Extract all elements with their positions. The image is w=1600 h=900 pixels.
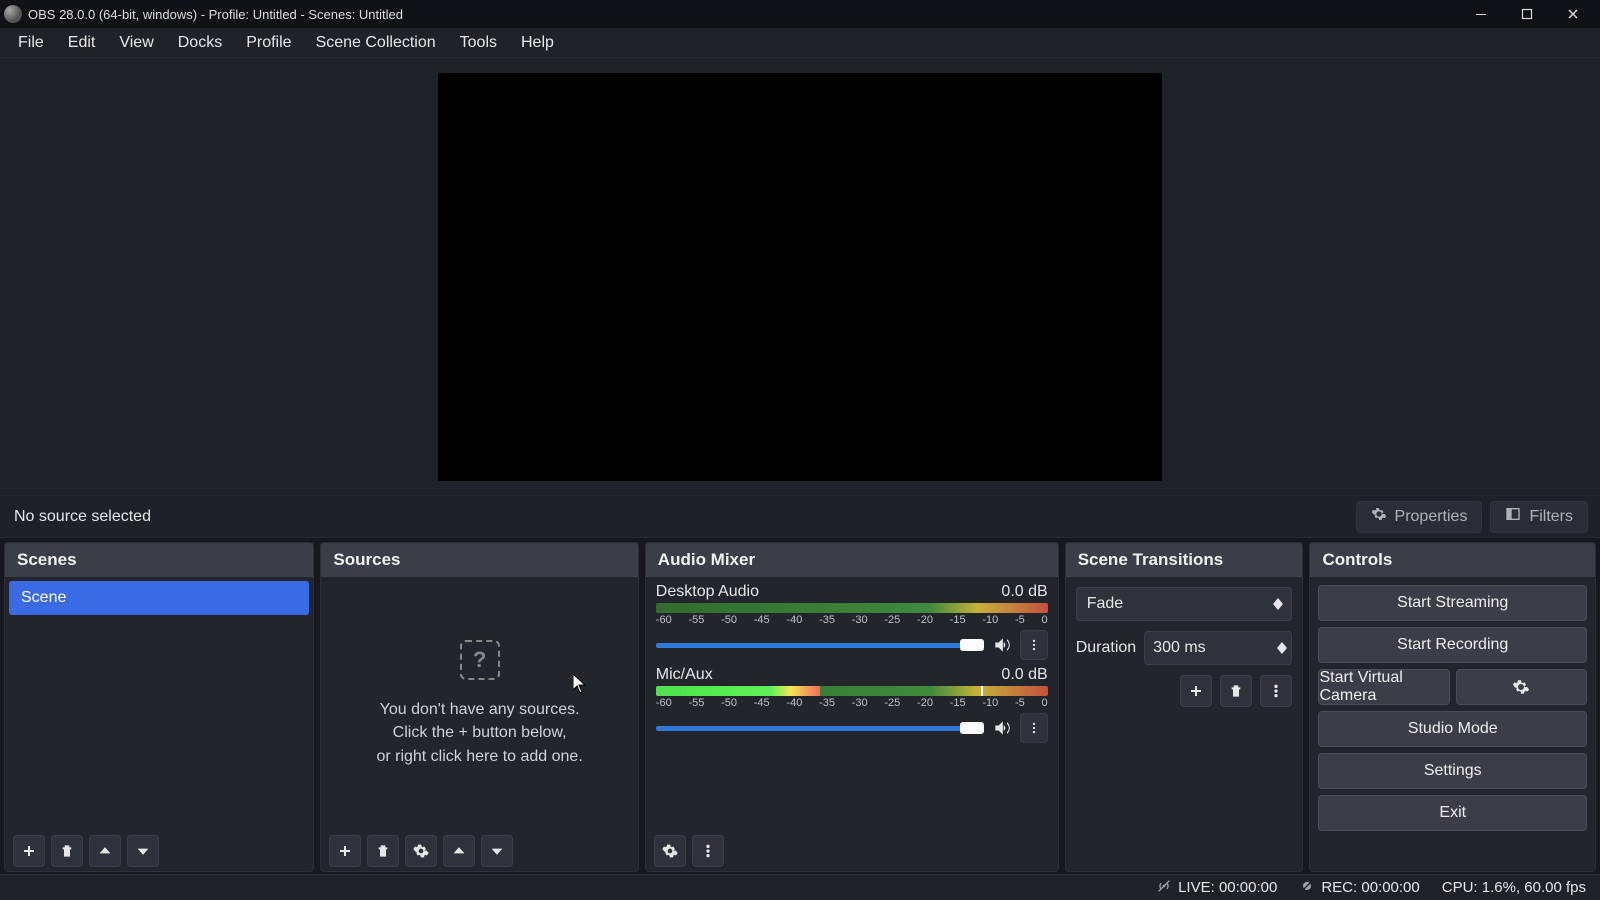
- mixer-advanced-button[interactable]: [654, 835, 686, 867]
- transitions-dock: Scene Transitions Fade Duration 300 ms: [1065, 542, 1304, 872]
- gear-icon: [1371, 506, 1387, 527]
- source-add-button[interactable]: [329, 835, 361, 867]
- mixer-channel: Mic/Aux 0.0 dB -60-55-50-45-40-35-30-25-…: [656, 666, 1048, 743]
- source-down-button[interactable]: [481, 835, 513, 867]
- status-cpu: CPU: 1.6%, 60.00 fps: [1442, 879, 1586, 896]
- sources-empty: ? You don't have any sources. Click the …: [321, 577, 637, 831]
- status-rec: REC: 00:00:00: [1299, 878, 1419, 898]
- close-button[interactable]: [1550, 0, 1596, 28]
- preview-canvas[interactable]: [438, 73, 1162, 481]
- start-recording-button[interactable]: Start Recording: [1318, 627, 1587, 663]
- channel-db: 0.0 dB: [1001, 583, 1047, 601]
- exit-button[interactable]: Exit: [1318, 795, 1587, 831]
- mixer-header: Audio Mixer: [646, 543, 1058, 577]
- preview-area[interactable]: [0, 58, 1600, 496]
- sources-list[interactable]: ? You don't have any sources. Click the …: [321, 577, 637, 831]
- scene-item[interactable]: Scene: [9, 581, 309, 615]
- window-title: OBS 28.0.0 (64-bit, windows) - Profile: …: [28, 7, 403, 22]
- filters-icon: [1505, 506, 1521, 527]
- maximize-button[interactable]: [1504, 0, 1550, 28]
- sources-empty-line1: You don't have any sources.: [380, 698, 580, 721]
- duration-label: Duration: [1076, 639, 1136, 657]
- channel-name: Desktop Audio: [656, 583, 759, 601]
- properties-label: Properties: [1395, 508, 1468, 526]
- menu-file[interactable]: File: [6, 30, 56, 56]
- channel-menu-button[interactable]: [1020, 713, 1048, 743]
- virtual-camera-settings-button[interactable]: [1456, 669, 1587, 705]
- mixer-channel: Desktop Audio 0.0 dB -60-55-50-45-40-35-…: [656, 583, 1048, 660]
- menu-docks[interactable]: Docks: [166, 30, 234, 56]
- menu-edit[interactable]: Edit: [56, 30, 108, 56]
- start-virtual-camera-button[interactable]: Start Virtual Camera: [1318, 669, 1449, 705]
- menubar: File Edit View Docks Profile Scene Colle…: [0, 28, 1600, 58]
- transition-select[interactable]: Fade: [1076, 587, 1293, 621]
- scene-remove-button[interactable]: [51, 835, 83, 867]
- controls-header: Controls: [1310, 543, 1595, 577]
- speaker-icon[interactable]: [992, 635, 1012, 655]
- volume-slider[interactable]: [656, 643, 984, 648]
- sources-header: Sources: [321, 543, 637, 577]
- studio-mode-button[interactable]: Studio Mode: [1318, 711, 1587, 747]
- context-bar: No source selected Properties Filters: [0, 496, 1600, 538]
- sources-empty-line3: or right click here to add one.: [376, 745, 582, 768]
- scenes-list[interactable]: Scene: [5, 577, 313, 831]
- start-streaming-button[interactable]: Start Streaming: [1318, 585, 1587, 621]
- status-live: LIVE: 00:00:00: [1156, 878, 1277, 898]
- meter-ticks: -60-55-50-45-40-35-30-25-20-15-10-50: [656, 614, 1048, 626]
- channel-menu-button[interactable]: [1020, 630, 1048, 660]
- titlebar: OBS 28.0.0 (64-bit, windows) - Profile: …: [0, 0, 1600, 28]
- scenes-dock: Scenes Scene: [4, 542, 314, 872]
- properties-button[interactable]: Properties: [1356, 501, 1483, 533]
- meter-ticks: -60-55-50-45-40-35-30-25-20-15-10-50: [656, 697, 1048, 709]
- docks-row: Scenes Scene Sources ? You don't have an…: [0, 538, 1600, 874]
- menu-profile[interactable]: Profile: [234, 30, 303, 56]
- volume-slider[interactable]: [656, 726, 984, 731]
- selection-status: No source selected: [12, 508, 151, 526]
- audio-meter: [656, 686, 1048, 696]
- channel-db: 0.0 dB: [1001, 666, 1047, 684]
- audio-meter: [656, 603, 1048, 613]
- menu-tools[interactable]: Tools: [448, 30, 509, 56]
- duration-spinner[interactable]: 300 ms: [1144, 631, 1292, 665]
- settings-button[interactable]: Settings: [1318, 753, 1587, 789]
- scene-up-button[interactable]: [89, 835, 121, 867]
- volume-thumb[interactable]: [960, 639, 984, 651]
- menu-help[interactable]: Help: [509, 30, 566, 56]
- question-icon: ?: [460, 640, 500, 680]
- source-remove-button[interactable]: [367, 835, 399, 867]
- channel-name: Mic/Aux: [656, 666, 713, 684]
- app-icon: [4, 5, 22, 23]
- statusbar: LIVE: 00:00:00 REC: 00:00:00 CPU: 1.6%, …: [0, 874, 1600, 900]
- transitions-header: Scene Transitions: [1066, 543, 1303, 577]
- scenes-header: Scenes: [5, 543, 313, 577]
- scene-add-button[interactable]: [13, 835, 45, 867]
- duration-value: 300 ms: [1153, 639, 1205, 657]
- broadcast-icon: [1156, 878, 1172, 898]
- transition-value: Fade: [1087, 595, 1123, 613]
- spinner-buttons[interactable]: [1277, 642, 1287, 654]
- controls-dock: Controls Start Streaming Start Recording…: [1309, 542, 1596, 872]
- transition-menu-button[interactable]: [1260, 675, 1292, 707]
- mixer-menu-button[interactable]: [692, 835, 724, 867]
- filters-button[interactable]: Filters: [1490, 501, 1588, 533]
- transition-add-button[interactable]: [1180, 675, 1212, 707]
- menu-scene-collection[interactable]: Scene Collection: [304, 30, 448, 56]
- scene-down-button[interactable]: [127, 835, 159, 867]
- transition-remove-button[interactable]: [1220, 675, 1252, 707]
- mixer-dock: Audio Mixer Desktop Audio 0.0 dB -60-55-…: [645, 542, 1059, 872]
- sources-dock: Sources ? You don't have any sources. Cl…: [320, 542, 638, 872]
- sources-empty-line2: Click the + button below,: [393, 721, 567, 744]
- source-properties-button[interactable]: [405, 835, 437, 867]
- chevron-updown-icon: [1273, 598, 1283, 610]
- menu-view[interactable]: View: [107, 30, 165, 56]
- speaker-icon[interactable]: [992, 718, 1012, 738]
- record-icon: [1299, 878, 1315, 898]
- source-up-button[interactable]: [443, 835, 475, 867]
- minimize-button[interactable]: [1458, 0, 1504, 28]
- volume-thumb[interactable]: [960, 722, 984, 734]
- filters-label: Filters: [1529, 508, 1573, 526]
